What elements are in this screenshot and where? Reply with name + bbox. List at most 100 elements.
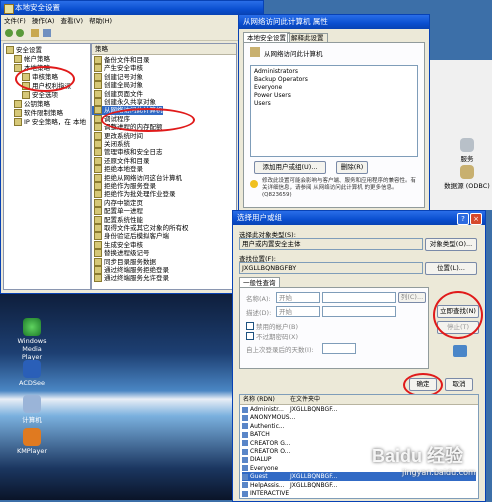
- props-panel: 从网络访问此计算机 Administrators Backup Operators…: [243, 42, 425, 208]
- col-folder[interactable]: 在文件夹中: [290, 395, 320, 404]
- policy-name: 从网络访问此计算机: [264, 50, 323, 58]
- desktop-icon-media-player[interactable]: Windows Media Player: [12, 318, 52, 361]
- policy-icon: [94, 165, 102, 174]
- menu-help[interactable]: 帮助(H): [89, 17, 112, 25]
- tree-ip-security[interactable]: IP 安全策略，在 本地: [12, 118, 86, 127]
- cancel-button[interactable]: 取消: [445, 378, 473, 391]
- user-icon: [242, 414, 248, 421]
- policy-label: 配置系统性能: [104, 215, 143, 224]
- add-user-button[interactable]: 添加用户或组(U)...: [254, 161, 326, 174]
- tree-public-key[interactable]: 公钥策略: [12, 100, 50, 109]
- properties-title-bar: 从网络访问此计算机 属性: [239, 15, 429, 29]
- policy-label: 管理审核和安全日志: [104, 148, 163, 157]
- app-icon: [4, 4, 14, 14]
- policy-icon: [94, 89, 102, 98]
- tree-account-policy[interactable]: 帐户策略: [12, 55, 50, 64]
- object-types-button[interactable]: 对象类型(O)...: [425, 238, 477, 251]
- col-name[interactable]: 名称 (RDN): [243, 395, 275, 404]
- user-icon: [242, 482, 248, 489]
- player-icon: [23, 428, 41, 446]
- policy-icon: [94, 64, 102, 73]
- policy-icon: [94, 274, 102, 283]
- policy-column-header[interactable]: 策略: [92, 44, 236, 55]
- title-bar: 本地安全设置: [1, 1, 263, 15]
- user-icon: [242, 465, 248, 472]
- refresh-icon[interactable]: [43, 29, 51, 37]
- policy-icon: [94, 207, 102, 216]
- member-item[interactable]: Administrators: [254, 68, 298, 76]
- user-icon: [242, 431, 248, 438]
- location-field: JXGLLBQNBGFBY: [239, 262, 423, 274]
- up-icon[interactable]: [31, 29, 39, 37]
- policy-label: 内存中锁定页: [104, 198, 143, 207]
- desktop-icon-computer[interactable]: 计算机: [12, 395, 52, 424]
- toolbar: [1, 26, 263, 41]
- desc-operator[interactable]: 开始: [276, 306, 320, 317]
- results-header: 名称 (RDN) 在文件夹中: [240, 395, 478, 405]
- member-item[interactable]: Power Users: [254, 92, 291, 100]
- compat-note: 修改此设置可能会影响与客户端、服务和应用程序的兼容性。有关详细信息，请参阅 从网…: [262, 178, 417, 198]
- menu-action[interactable]: 操作(A): [32, 17, 55, 25]
- desktop-icon-acdsee[interactable]: ACDSee: [12, 360, 52, 387]
- policy-icon: [94, 190, 102, 199]
- right-icon-odbc[interactable]: 数据源 (ODBC): [444, 165, 490, 190]
- watermark-url: jingyan.baidu.com: [402, 468, 476, 477]
- policy-label: 创建永久共享对象: [104, 98, 156, 106]
- forward-icon[interactable]: [16, 29, 24, 37]
- policy-icon: [250, 47, 260, 57]
- result-folder: JXGLLBQNBGF...: [290, 473, 338, 481]
- member-item[interactable]: Everyone: [254, 84, 282, 92]
- policy-icon: [94, 98, 102, 106]
- policy-icon: [94, 140, 102, 148]
- policy-icon: [94, 81, 102, 90]
- policy-icon: [94, 232, 102, 241]
- user-icon: [242, 456, 248, 463]
- result-folder: JXGLLBQNBGF...: [290, 406, 338, 413]
- right-icon-services[interactable]: 服务: [444, 138, 490, 163]
- locations-button[interactable]: 位置(L)...: [425, 262, 477, 275]
- name-operator[interactable]: 开始: [276, 292, 320, 303]
- user-icon: [242, 440, 248, 447]
- policy-icon: [94, 257, 102, 266]
- member-item[interactable]: Users: [254, 100, 271, 108]
- name-label: 名称(A):: [246, 295, 271, 303]
- days-select[interactable]: [322, 343, 356, 354]
- highlight-ring-user-rights: [15, 66, 75, 92]
- close-button[interactable]: ×: [470, 213, 482, 225]
- policy-label: 取得文件或其它对象的所有权: [104, 224, 189, 232]
- menu-file[interactable]: 文件(F): [4, 17, 26, 25]
- policy-icon: [94, 72, 102, 81]
- back-icon[interactable]: [5, 29, 13, 37]
- remove-button[interactable]: 删除(R): [336, 161, 368, 174]
- tree-root[interactable]: 安全设置: [4, 46, 42, 55]
- nonexpiring-label: 不过期密码(X): [256, 333, 299, 341]
- menu-view[interactable]: 查看(V): [61, 17, 84, 25]
- query-panel: 名称(A): 开始 描述(D): 开始 列(C)... 禁用的帐户(B) 不过期…: [239, 287, 429, 369]
- help-button[interactable]: ?: [457, 213, 469, 225]
- desktop-icon-kmplayer[interactable]: KMPlayer: [12, 428, 52, 455]
- member-item[interactable]: Backup Operators: [254, 76, 308, 84]
- members-list[interactable]: Administrators Backup Operators Everyone Po…: [250, 65, 418, 157]
- desc-input[interactable]: [322, 306, 396, 317]
- policy-row[interactable]: 通过终端服务允许登录: [92, 274, 169, 283]
- policy-label: 拒绝作为服务登录: [104, 182, 156, 190]
- nonexpiring-checkbox[interactable]: [246, 332, 254, 340]
- policy-icon: [94, 131, 102, 140]
- disabled-checkbox[interactable]: [246, 322, 254, 330]
- local-security-window: 本地安全设置 文件(F) 操作(A) 查看(V) 帮助(H) 安全设置 帐户策略…: [0, 0, 264, 294]
- menu-bar: 文件(F) 操作(A) 查看(V) 帮助(H): [1, 15, 263, 25]
- name-input[interactable]: [322, 292, 396, 303]
- tree-software-restriction[interactable]: 软件限制策略: [12, 109, 63, 118]
- policy-label: 关闭系统: [104, 140, 130, 148]
- result-row[interactable]: INTERACTIVE: [242, 489, 476, 498]
- policy-label: 产生安全审核: [104, 64, 143, 73]
- gear-icon: [460, 138, 474, 152]
- policy-label: 还原文件和目录: [104, 156, 150, 165]
- policy-icon: [94, 249, 102, 258]
- columns-button[interactable]: 列(C)...: [398, 292, 426, 303]
- policy-label: 身份验证后模拟客户端: [104, 232, 169, 241]
- result-name: INTERACTIVE: [250, 490, 290, 497]
- user-icon: [242, 490, 248, 497]
- tree-security-options[interactable]: 安全选项: [20, 91, 58, 100]
- watermark-brand: Baidu 经验: [372, 446, 464, 466]
